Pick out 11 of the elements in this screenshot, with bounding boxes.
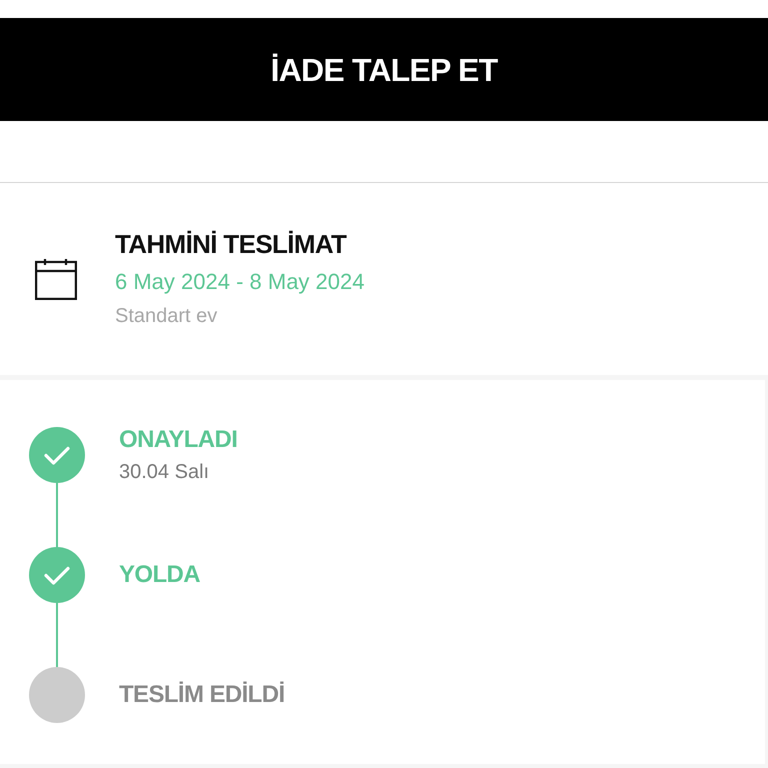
timeline-line bbox=[56, 483, 58, 547]
delivery-title: TAHMİNİ TESLİMAT bbox=[115, 229, 348, 259]
step-label: TESLİM EDİLDİ bbox=[119, 681, 285, 709]
delivery-date-range: 6 May 2024 - 8 May 2024 bbox=[115, 268, 364, 296]
return-request-button[interactable]: İADE TALEP ET bbox=[0, 18, 768, 121]
step-label: ONAYLADI bbox=[119, 426, 238, 454]
timeline-line bbox=[56, 603, 58, 667]
step-date: 30.04 Salı bbox=[119, 460, 210, 484]
calendar-icon bbox=[35, 258, 77, 300]
delivery-method: Standart ev bbox=[115, 304, 218, 329]
step-label: YOLDA bbox=[119, 561, 200, 589]
